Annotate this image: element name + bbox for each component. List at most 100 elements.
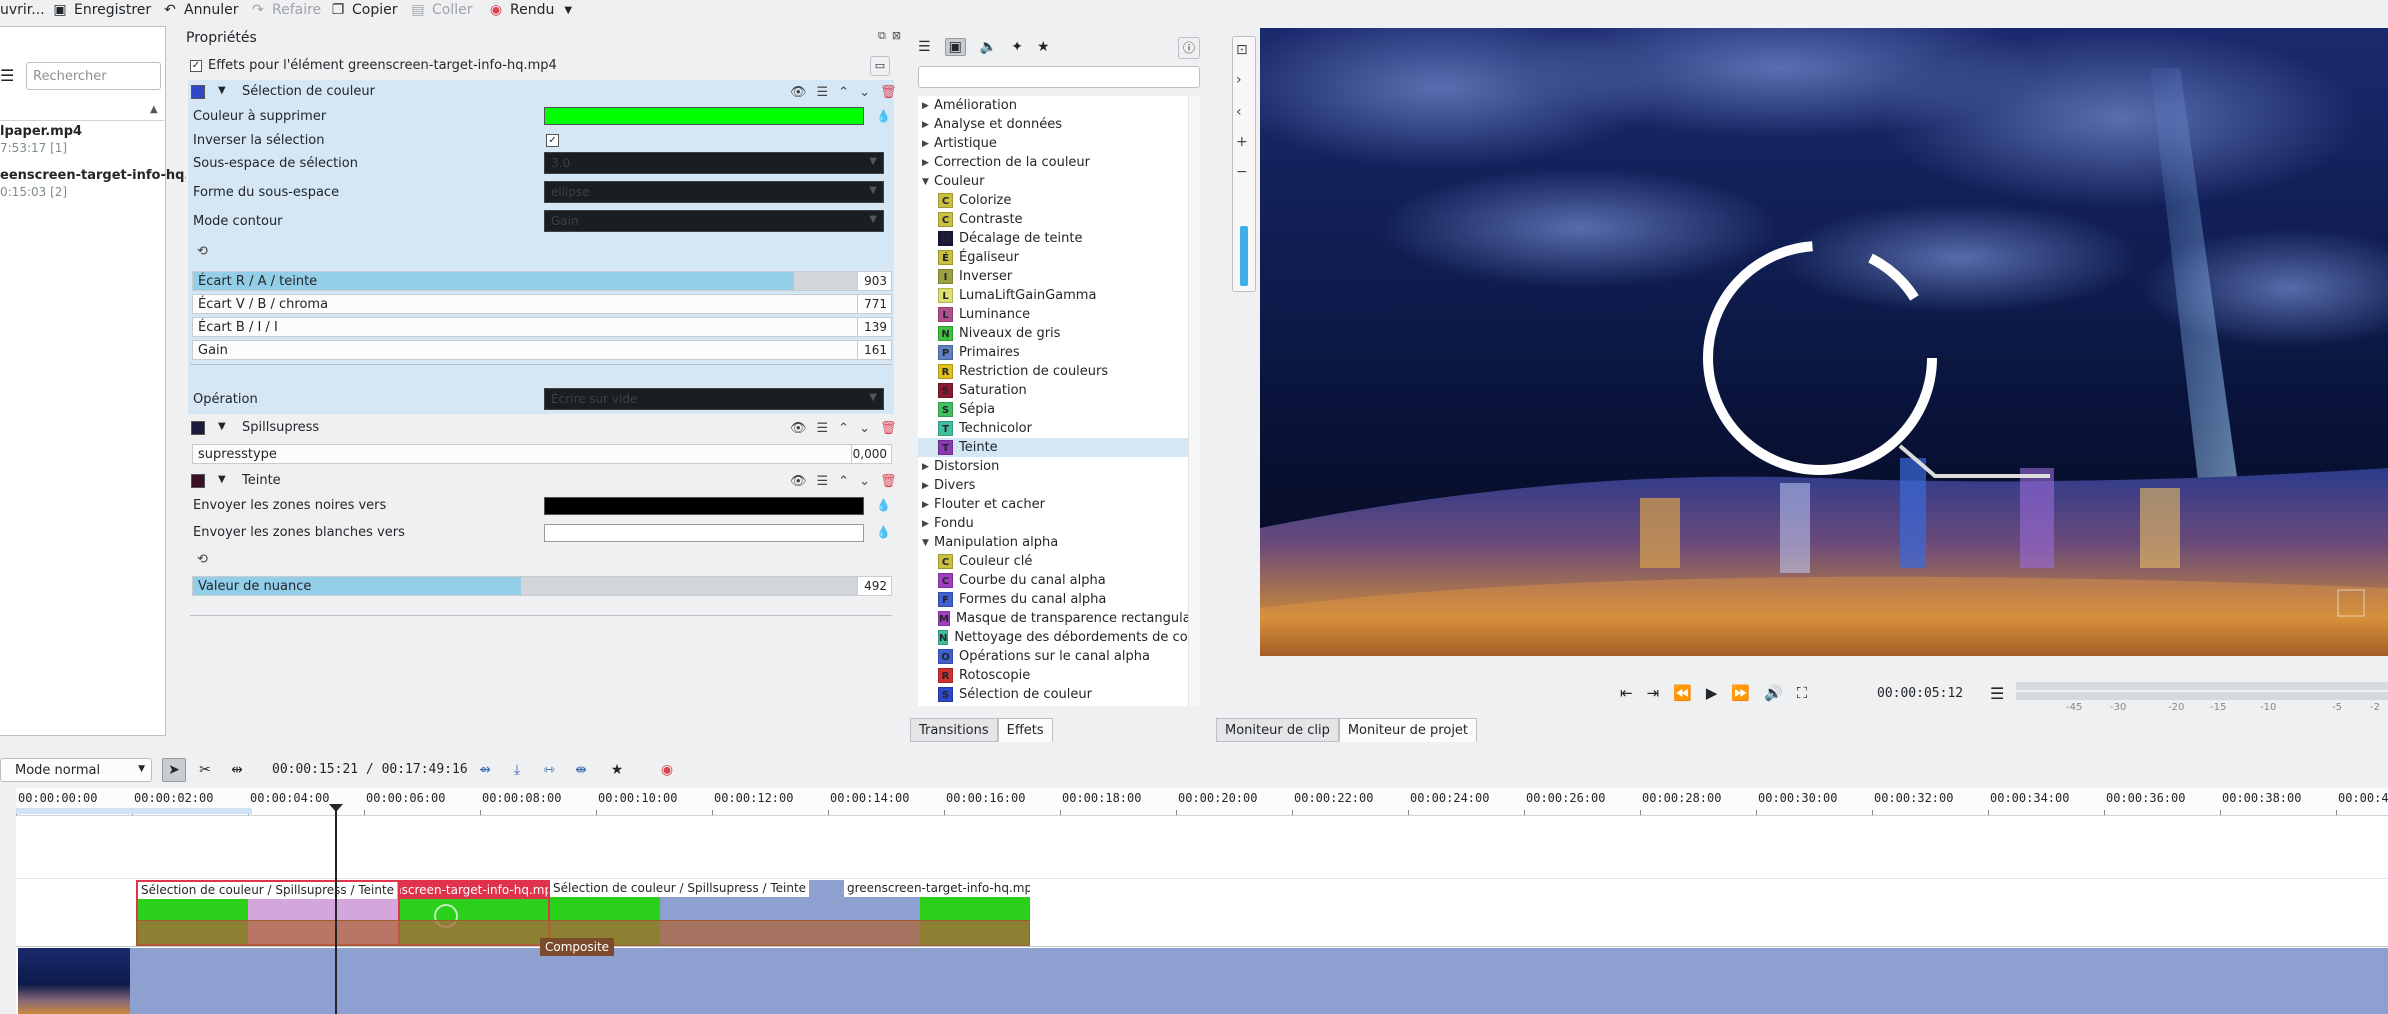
white-to-swatch[interactable] <box>544 524 864 542</box>
operation-select[interactable]: Écrire sur vide ▼ <box>544 388 884 410</box>
collapsed-arrow-icon[interactable]: ▶ <box>922 481 934 491</box>
bin-column-header[interactable] <box>0 103 164 121</box>
render-button[interactable]: ◉ Rendu ▼ <box>488 0 572 20</box>
effect-item[interactable]: L Luminance <box>918 305 1188 324</box>
tab-effects[interactable]: Effets <box>997 718 1053 742</box>
black-to-swatch[interactable] <box>544 497 864 515</box>
collapsed-arrow-icon[interactable]: ▶ <box>922 139 934 149</box>
param-value[interactable]: 771 <box>857 295 891 313</box>
hamburger-menu-icon[interactable]: ☰ <box>0 66 14 85</box>
edit-mode-select[interactable]: Mode normal ▼ <box>0 758 152 782</box>
next-icon[interactable]: › <box>1236 72 1242 88</box>
subspace-select[interactable]: 3.0 ▼ <box>544 152 884 174</box>
supresstype-value[interactable]: 0,000 <box>851 445 891 463</box>
monitor-ruler[interactable] <box>1218 658 2388 668</box>
copy-button[interactable]: ❐ Copier <box>330 0 398 20</box>
color-to-remove-swatch[interactable] <box>544 107 864 125</box>
expanded-arrow-icon[interactable]: ▼ <box>922 538 934 548</box>
eye-icon[interactable]: 👁 <box>790 421 807 436</box>
save-button[interactable]: ▣ Enregistrer <box>52 0 151 20</box>
effect-category[interactable]: ▶ Distorsion <box>918 457 1188 476</box>
delete-icon[interactable]: 🗑 <box>880 421 897 436</box>
move-down-icon[interactable]: ⌄ <box>859 421 870 436</box>
effect-category[interactable]: ▶ Flouter et cacher <box>918 495 1188 514</box>
volume-level[interactable] <box>1240 226 1248 286</box>
paste-button[interactable]: ▤ Coller <box>410 0 472 20</box>
crop-icon[interactable]: ⛶ <box>1797 684 1808 702</box>
effects-enabled-checkbox[interactable]: ✓ <box>190 60 202 72</box>
hue-value[interactable]: 492 <box>857 577 891 595</box>
effects-tree-scrollbar[interactable] <box>1188 96 1200 706</box>
collapsed-arrow-icon[interactable]: ▶ <box>922 120 934 130</box>
bin-clip-name[interactable]: lpaper.mp4 <box>0 124 82 139</box>
effect-item[interactable]: T Teinte <box>918 438 1188 457</box>
effect-item[interactable]: F Formes du canal alpha <box>918 590 1188 609</box>
reset-icon[interactable]: ⟲ <box>197 244 208 259</box>
effect-item[interactable]: N Niveaux de gris <box>918 324 1188 343</box>
sort-ascending-icon[interactable]: ▲ <box>150 104 158 115</box>
play-icon[interactable]: ▶ <box>1706 684 1718 702</box>
effect-item[interactable]: R Restriction de couleurs <box>918 362 1188 381</box>
effect-category[interactable]: ▶ Artistique <box>918 134 1188 153</box>
move-up-icon[interactable]: ⌃ <box>838 421 849 436</box>
effect-item[interactable]: I Inverser <box>918 267 1188 286</box>
favorite-effects-icon[interactable]: ★ <box>606 758 628 782</box>
zoom-fit-icon[interactable]: ⊡ <box>1236 42 1248 58</box>
collapsed-arrow-icon[interactable]: ▶ <box>922 500 934 510</box>
info-icon[interactable]: ⓘ <box>1178 37 1200 59</box>
effect-category[interactable]: ▼ Manipulation alpha <box>918 533 1188 552</box>
playhead[interactable] <box>335 808 337 1014</box>
move-up-icon[interactable]: ⌃ <box>838 85 849 100</box>
param-value[interactable]: 139 <box>857 318 891 336</box>
custom-effects-icon[interactable]: ✦ <box>1011 39 1023 55</box>
collapse-icon[interactable]: ▼ <box>218 85 226 96</box>
menu-icon[interactable]: ☰ <box>817 474 829 489</box>
collapsed-arrow-icon[interactable]: ▶ <box>922 158 934 168</box>
menu-icon[interactable]: ☰ <box>817 85 829 100</box>
effect-item[interactable]: S Sépia <box>918 400 1188 419</box>
eyedropper-icon[interactable]: 💧 <box>876 498 891 512</box>
tab-clip-monitor[interactable]: Moniteur de clip <box>1216 718 1339 742</box>
color-selection-param-slider[interactable]: Écart V / B / chroma 771 <box>192 294 892 314</box>
record-icon[interactable]: ◉ <box>656 758 678 782</box>
rewind-icon[interactable]: ⏪ <box>1673 684 1692 702</box>
timeline-zone[interactable] <box>16 808 252 814</box>
collapse-icon[interactable]: ▼ <box>218 421 226 432</box>
effects-search-input[interactable] <box>918 66 1200 88</box>
background-clip[interactable] <box>130 948 2388 1014</box>
collapsed-arrow-icon[interactable]: ▶ <box>922 519 934 529</box>
forward-icon[interactable]: ⏩ <box>1731 684 1750 702</box>
spacer-tool-icon[interactable]: ⇹ <box>226 758 248 782</box>
volume-icon[interactable]: 🔊 <box>1764 684 1783 702</box>
extract-icon[interactable]: ⇼ <box>570 758 592 782</box>
lift-icon[interactable]: ⇿ <box>538 758 560 782</box>
tab-transitions[interactable]: Transitions <box>910 718 998 742</box>
bin-search-input[interactable]: Rechercher <box>26 62 161 90</box>
list-icon[interactable]: ☰ <box>918 39 931 55</box>
delete-icon[interactable]: 🗑 <box>880 474 897 489</box>
collapsed-arrow-icon[interactable]: ▶ <box>922 462 934 472</box>
edge-mode-select[interactable]: Gain ▼ <box>544 210 884 232</box>
color-selection-param-slider[interactable]: Gain 161 <box>192 340 892 360</box>
effect-item[interactable]: L LumaLiftGainGamma <box>918 286 1188 305</box>
effect-item[interactable]: C Contraste <box>918 210 1188 229</box>
selection-tool-icon[interactable]: ➤ <box>162 758 186 782</box>
overwrite-icon[interactable]: ⤓ <box>506 758 528 782</box>
video-effects-icon[interactable]: ▣ <box>944 38 966 56</box>
effect-category[interactable]: ▶ Analyse et données <box>918 115 1188 134</box>
effect-item[interactable]: T Technicolor <box>918 419 1188 438</box>
eyedropper-icon[interactable]: 💧 <box>876 109 891 123</box>
effect-item[interactable]: R Rotoscopie <box>918 666 1188 685</box>
reset-icon[interactable]: ⟲ <box>197 552 208 567</box>
set-zone-in-icon[interactable]: ⇤ <box>1620 684 1633 702</box>
previous-icon[interactable]: ‹ <box>1236 104 1242 120</box>
favorites-icon[interactable]: ★ <box>1037 39 1050 55</box>
effect-item[interactable]: P Primaires <box>918 343 1188 362</box>
panel-dock-buttons[interactable]: ⧉⊠ <box>878 29 907 43</box>
insert-icon[interactable]: ⇴ <box>474 758 496 782</box>
render-dropdown-icon[interactable]: ▼ <box>564 5 572 16</box>
supresstype-slider[interactable]: supresstype 0,000 <box>192 444 892 464</box>
effect-item[interactable]: É Égaliseur <box>918 248 1188 267</box>
eye-icon[interactable]: 👁 <box>790 474 807 489</box>
effect-item[interactable]: M Masque de transparence rectangulaire <box>918 609 1188 628</box>
